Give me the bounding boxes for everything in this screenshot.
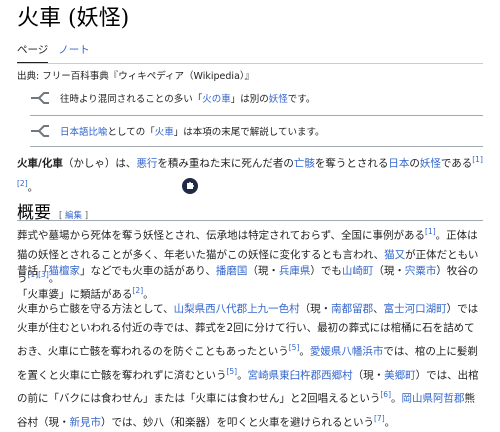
hatnote-2-text: 日本語比喩としての「火車」は本項の末尾で解説しています。: [60, 127, 325, 138]
link-nekodanka[interactable]: 猫檀家: [49, 265, 81, 277]
link-yawatahama[interactable]: 愛媛県八幡浜市: [310, 346, 384, 358]
link-kamikuishiki[interactable]: 山梨県西八代郡上九一色村: [174, 303, 300, 315]
link-saigo[interactable]: 宮崎県東臼杵郡西郷村: [248, 369, 353, 381]
source-line: 出典: フリー百科事典『ウィキペディア（Wikipedia）』: [17, 71, 255, 82]
link-shiso[interactable]: 宍粟市: [405, 265, 437, 277]
link-yokai[interactable]: 妖怪: [420, 158, 441, 170]
hatnote-divider: [30, 115, 483, 116]
link-yokai[interactable]: 妖怪: [269, 94, 288, 105]
link-japanese-metaphor[interactable]: 日本語比喩: [60, 127, 108, 138]
link-misato[interactable]: 美郷町: [384, 369, 416, 381]
link-nekomata[interactable]: 猫又: [384, 249, 405, 261]
hatnote-2: 日本語比喩としての「火車」は本項の末尾で解説しています。: [30, 124, 483, 138]
link-niimi[interactable]: 新見市: [70, 416, 102, 428]
link-kasha[interactable]: 火車: [155, 127, 174, 138]
link-nihon[interactable]: 日本: [388, 158, 409, 170]
tab-talk[interactable]: ノート: [58, 42, 90, 64]
tab-page[interactable]: ページ: [17, 42, 49, 64]
link-yamasaki[interactable]: 山崎町: [342, 265, 374, 277]
section-divider: [17, 220, 483, 221]
hatnote-1: 往時より混同されることの多い「火の車」は別の妖怪です。: [30, 91, 483, 105]
page-title: 火車 (妖怪): [17, 6, 130, 31]
page-tabs: ページ ノート: [17, 42, 90, 64]
hatnote-1-text: 往時より混同されることの多い「火の車」は別の妖怪です。: [60, 94, 316, 105]
citation[interactable]: [6]: [380, 390, 391, 399]
citation[interactable]: [5]: [226, 367, 237, 376]
link-mukuro[interactable]: 亡骸: [294, 158, 315, 170]
citation[interactable]: [1]: [425, 227, 436, 236]
tab-divider: [17, 63, 483, 64]
link-minamitsuru[interactable]: 南都留郡: [331, 303, 373, 315]
hatnote-divider: [30, 146, 483, 147]
citation[interactable]: [7]: [374, 414, 385, 423]
puzzle-icon[interactable]: [182, 178, 198, 194]
article-page: 火車 (妖怪) ページ ノート 出典: フリー百科事典『ウィキペディア（Wiki…: [0, 0, 500, 428]
link-hinokuruma[interactable]: 火の車: [202, 94, 231, 105]
link-akugyo[interactable]: 悪行: [136, 158, 157, 170]
citation-1[interactable]: [1]: [472, 155, 483, 164]
link-fujikawaguchiko[interactable]: 富士河口湖町: [384, 303, 447, 315]
disambiguation-icon: [30, 124, 50, 138]
citation-2[interactable]: [2]: [17, 179, 28, 188]
link-hyogo[interactable]: 兵庫県: [279, 265, 311, 277]
lead-paragraph: 火車/化車（かしゃ）は、悪行を積み重ねた末に死んだ者の亡骸を奪うとされる日本の妖…: [17, 155, 483, 193]
disambiguation-icon: [30, 91, 50, 105]
paragraph-3: 火車から亡骸を守る方法として、山梨県西八代郡上九一色村（現・南都留郡、富士河口湖…: [17, 303, 479, 428]
link-harima[interactable]: 播磨国: [216, 265, 248, 277]
paragraph-2: 昔話「猫檀家」などでも火車の話があり、播磨国（現・兵庫県）でも山崎町（現・宍粟市…: [17, 265, 479, 301]
citation[interactable]: [5]: [289, 343, 300, 352]
citation[interactable]: [2]: [133, 286, 144, 295]
link-atetsu[interactable]: 岡山県阿哲郡: [402, 393, 465, 405]
